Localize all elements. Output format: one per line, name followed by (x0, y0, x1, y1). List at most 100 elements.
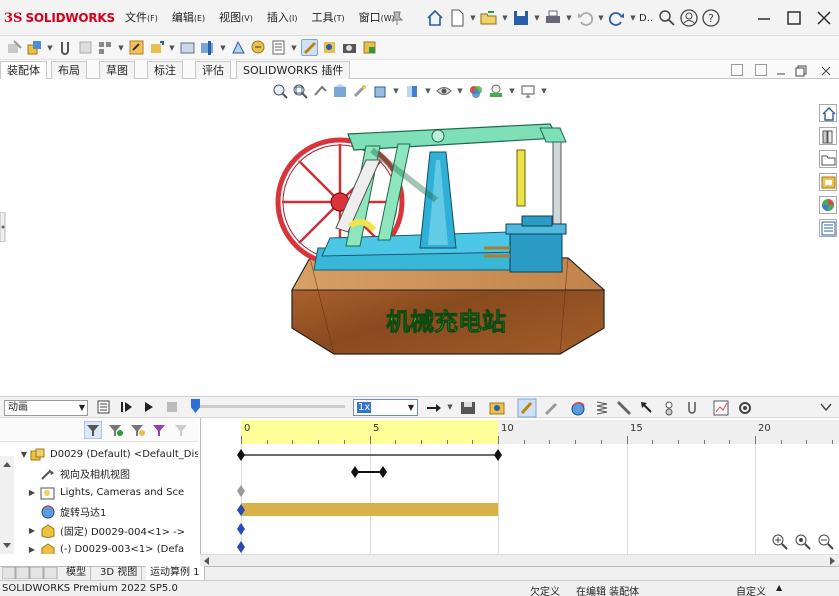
autokey-icon[interactable] (517, 398, 537, 418)
mate-icon[interactable] (57, 39, 74, 56)
graphics-area-model[interactable]: 机械充电站 (270, 120, 610, 360)
tab-assembly[interactable]: 装配体 (0, 61, 47, 79)
chevron-down-icon[interactable]: ▼ (533, 14, 541, 22)
tree-item-rotary-motor[interactable]: 旋转马达1 (40, 502, 198, 521)
view-palette-icon[interactable] (819, 173, 837, 191)
design-library-icon[interactable] (819, 127, 837, 145)
tree-scrollbar[interactable] (0, 456, 14, 554)
chevron-down-icon[interactable]: ▼ (117, 44, 125, 52)
chevron-right-icon[interactable]: ▶ (26, 545, 38, 554)
menu-file[interactable]: 文件(F) (118, 10, 165, 26)
menu-tools[interactable]: 工具(T) (304, 10, 351, 26)
scroll-right-icon[interactable] (829, 556, 837, 566)
study-properties-icon[interactable] (737, 400, 753, 416)
play-icon[interactable] (142, 400, 156, 414)
update-speedpak-icon[interactable] (321, 39, 338, 56)
tree-item-lights[interactable]: ▶ Lights, Cameras and Sce (29, 483, 198, 502)
tree-item-part-floating[interactable]: ▶ (-) D0029-003<1> (Defa (29, 540, 198, 554)
zoom-to-area-icon[interactable] (292, 83, 308, 99)
playback-speed-select[interactable]: 1x ▼ (353, 399, 418, 416)
key-point-end[interactable] (494, 449, 502, 461)
edit-appearance-icon[interactable] (468, 83, 484, 99)
section-view-icon[interactable] (332, 83, 348, 99)
play-from-start-icon[interactable] (120, 400, 134, 414)
filter-animated-icon[interactable] (84, 421, 102, 439)
minimize-icon[interactable] (755, 9, 773, 27)
results-plots-icon[interactable] (712, 399, 730, 417)
new-motion-study-icon[interactable] (250, 39, 267, 56)
tree-item-assembly[interactable]: ▼ D0029 (Default) <Default_Dis (18, 445, 198, 464)
feature-manager-expand-handle[interactable] (0, 212, 6, 242)
chevron-down-icon[interactable]: ▼ (18, 450, 30, 459)
chevron-down-icon[interactable]: ▼ (424, 87, 432, 95)
add-update-key-icon[interactable] (544, 400, 560, 416)
stop-icon[interactable] (166, 401, 178, 413)
search-icon[interactable] (657, 8, 677, 28)
restore-document-icon[interactable] (795, 65, 807, 77)
chevron-down-icon[interactable]: ▼ (456, 87, 464, 95)
take-snapshot-icon[interactable] (341, 39, 358, 56)
chevron-down-icon[interactable]: ▼ (540, 87, 548, 95)
tab-solidworks-addins[interactable]: SOLIDWORKS 插件 (236, 61, 351, 79)
maximize-icon[interactable] (785, 9, 803, 27)
component-preview-icon[interactable] (77, 39, 94, 56)
document-name-label[interactable]: D.. (639, 13, 655, 24)
playback-position-track[interactable] (195, 405, 345, 408)
chevron-down-icon[interactable]: ▼ (446, 403, 454, 411)
undo-icon[interactable] (575, 8, 595, 28)
motor-icon[interactable] (570, 400, 588, 416)
units-custom-text[interactable]: 自定义 (736, 583, 766, 596)
tab-scroll-arrows-icon[interactable] (2, 567, 58, 579)
scroll-down-icon[interactable] (2, 542, 12, 550)
custom-properties-icon[interactable] (819, 219, 837, 237)
zoom-to-fit-icon[interactable] (272, 83, 288, 99)
animation-wizard-icon[interactable] (488, 399, 506, 417)
solidworks-resources-icon[interactable] (819, 104, 837, 122)
minimize-document-icon[interactable] (775, 65, 787, 77)
key-point-start[interactable] (237, 449, 245, 461)
bill-of-materials-icon[interactable] (270, 39, 287, 56)
tree-item-view-camera[interactable]: 视向及相机视图 (40, 464, 198, 483)
tab-markup[interactable]: 标注 (147, 61, 183, 79)
chevron-up-icon[interactable]: ▲ (776, 583, 782, 592)
chevron-down-icon[interactable]: ▼ (469, 14, 477, 22)
view-orientation-icon[interactable] (372, 83, 388, 99)
study-type-select[interactable]: 动画 ▼ (4, 400, 88, 416)
tab-model[interactable]: 模型 (62, 566, 91, 580)
timeline-tracks[interactable] (200, 444, 839, 554)
tab-sketch[interactable]: 草图 (99, 61, 135, 79)
tree-item-part-fixed[interactable]: ▶ (固定) D0029-004<1> -> (29, 521, 198, 540)
dynamic-annotation-icon[interactable] (352, 83, 368, 99)
display-style-icon[interactable] (404, 83, 420, 99)
filter-disabled-icon[interactable] (173, 421, 191, 439)
force-icon[interactable] (639, 400, 655, 416)
tab-evaluate[interactable]: 评估 (195, 61, 231, 79)
menu-edit[interactable]: 编辑(E) (165, 10, 212, 26)
tab-layout[interactable]: 布局 (51, 61, 87, 79)
chevron-down-icon[interactable]: ▼ (501, 14, 509, 22)
part-key-point[interactable] (237, 523, 245, 535)
calculate-icon[interactable] (96, 399, 112, 415)
zoom-in-timeline-icon[interactable] (771, 533, 789, 551)
damper-icon[interactable] (616, 400, 632, 416)
chevron-right-icon[interactable]: ▶ (26, 526, 38, 535)
appearances-scenes-icon[interactable] (819, 196, 837, 214)
collapse-motion-manager-icon[interactable] (820, 402, 832, 412)
file-explorer-icon[interactable] (819, 150, 837, 168)
chevron-down-icon[interactable]: ▼ (290, 44, 298, 52)
instant3d-icon[interactable] (301, 39, 318, 56)
menu-view[interactable]: 视图(V) (212, 10, 260, 26)
pin-menu-icon[interactable] (390, 10, 404, 26)
help-icon[interactable]: ? (701, 8, 721, 28)
chevron-down-icon[interactable]: ▼ (597, 14, 605, 22)
linear-pattern-icon[interactable] (97, 39, 114, 56)
save-icon[interactable] (511, 8, 531, 28)
chevron-down-icon[interactable]: ▼ (629, 14, 637, 22)
tab-motion-study-1[interactable]: 运动算例 1 (146, 566, 205, 580)
print-icon[interactable] (543, 8, 563, 28)
edit-component-icon[interactable] (6, 39, 23, 56)
close-icon[interactable] (815, 9, 833, 27)
scroll-left-icon[interactable] (202, 556, 210, 566)
tab-3d-view[interactable]: 3D 视图 (96, 566, 143, 580)
zoom-out-timeline-icon[interactable] (817, 533, 835, 551)
